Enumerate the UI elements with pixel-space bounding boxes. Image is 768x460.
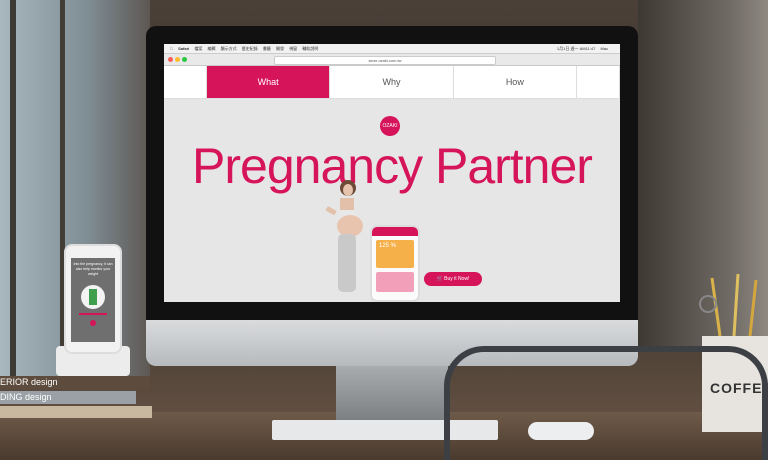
page-headline: Pregnancy Partner xyxy=(192,138,593,194)
tab-what[interactable]: What xyxy=(207,66,331,98)
nav-spacer xyxy=(164,66,207,98)
menu-item[interactable]: 輔助說明 xyxy=(302,46,318,51)
side-phone: Into the pregnancy, it can also help mon… xyxy=(64,244,122,354)
app-phone-mockup: 125 % xyxy=(370,225,420,302)
minimize-icon[interactable] xyxy=(175,57,180,62)
menu-item[interactable]: 歷史紀錄 xyxy=(242,46,258,51)
site-nav: What Why How xyxy=(164,66,620,99)
pencil-cup xyxy=(699,273,758,337)
app-header xyxy=(372,227,418,236)
nav-spacer xyxy=(577,66,620,98)
side-phone-text: Into the pregnancy, it can also help mon… xyxy=(73,262,113,276)
zoom-icon[interactable] xyxy=(182,57,187,62)
menubar-status: 1月1日 週一 AM11:47 Mac xyxy=(557,44,612,53)
book-spine: ERIOR design xyxy=(0,376,150,389)
menu-item[interactable]: 視窗 xyxy=(289,46,297,51)
menu-item[interactable]: Safari xyxy=(178,46,189,51)
menu-item[interactable]: 編輯 xyxy=(208,46,216,51)
buy-now-label: Buy it Now! xyxy=(444,276,470,282)
window-frame xyxy=(10,0,16,380)
desk-scene: ERIOR design DING design Into the pregna… xyxy=(0,0,768,460)
browser-window:  Safari 檔案 編輯 顯示方式 歷史紀錄 書籤 開發 視窗 輔助說明 1… xyxy=(164,44,620,302)
browser-toolbar: store.ozaki.com.tw xyxy=(164,54,620,66)
menu-item[interactable]: 顯示方式 xyxy=(221,46,237,51)
book-stack: ERIOR design DING design xyxy=(0,376,160,420)
pregnant-woman-photo xyxy=(325,180,363,292)
close-icon[interactable] xyxy=(168,57,173,62)
book-spine xyxy=(0,406,152,418)
book-spine: DING design xyxy=(0,391,136,404)
tab-how[interactable]: How xyxy=(454,66,577,98)
address-bar[interactable]: store.ozaki.com.tw xyxy=(274,56,496,65)
mac-menubar:  Safari 檔案 編輯 顯示方式 歷史紀錄 書籤 開發 視窗 輔助說明 1… xyxy=(164,44,620,54)
chair xyxy=(444,346,768,460)
ozaki-logo[interactable]: OZAKI xyxy=(380,116,400,136)
side-phone-screen: Into the pregnancy, it can also help mon… xyxy=(71,258,115,342)
tab-why[interactable]: Why xyxy=(330,66,454,98)
menu-item[interactable]: 書籤 xyxy=(263,46,271,51)
menu-item[interactable]: 開發 xyxy=(276,46,284,51)
cart-icon: 🛒 xyxy=(436,276,443,282)
apple-icon[interactable]:  xyxy=(170,46,173,51)
app-chart-card xyxy=(376,272,414,292)
user-name[interactable]: Mac xyxy=(600,46,608,51)
buy-now-button[interactable]: 🛒 Buy it Now! xyxy=(424,272,482,286)
app-stat-card: 125 % xyxy=(376,240,414,268)
menu-item[interactable]: 檔案 xyxy=(194,46,202,51)
woman-illustration-icon xyxy=(79,285,107,326)
monitor-stand xyxy=(336,366,448,420)
clock-text: 1月1日 週一 AM11:47 xyxy=(556,46,596,51)
